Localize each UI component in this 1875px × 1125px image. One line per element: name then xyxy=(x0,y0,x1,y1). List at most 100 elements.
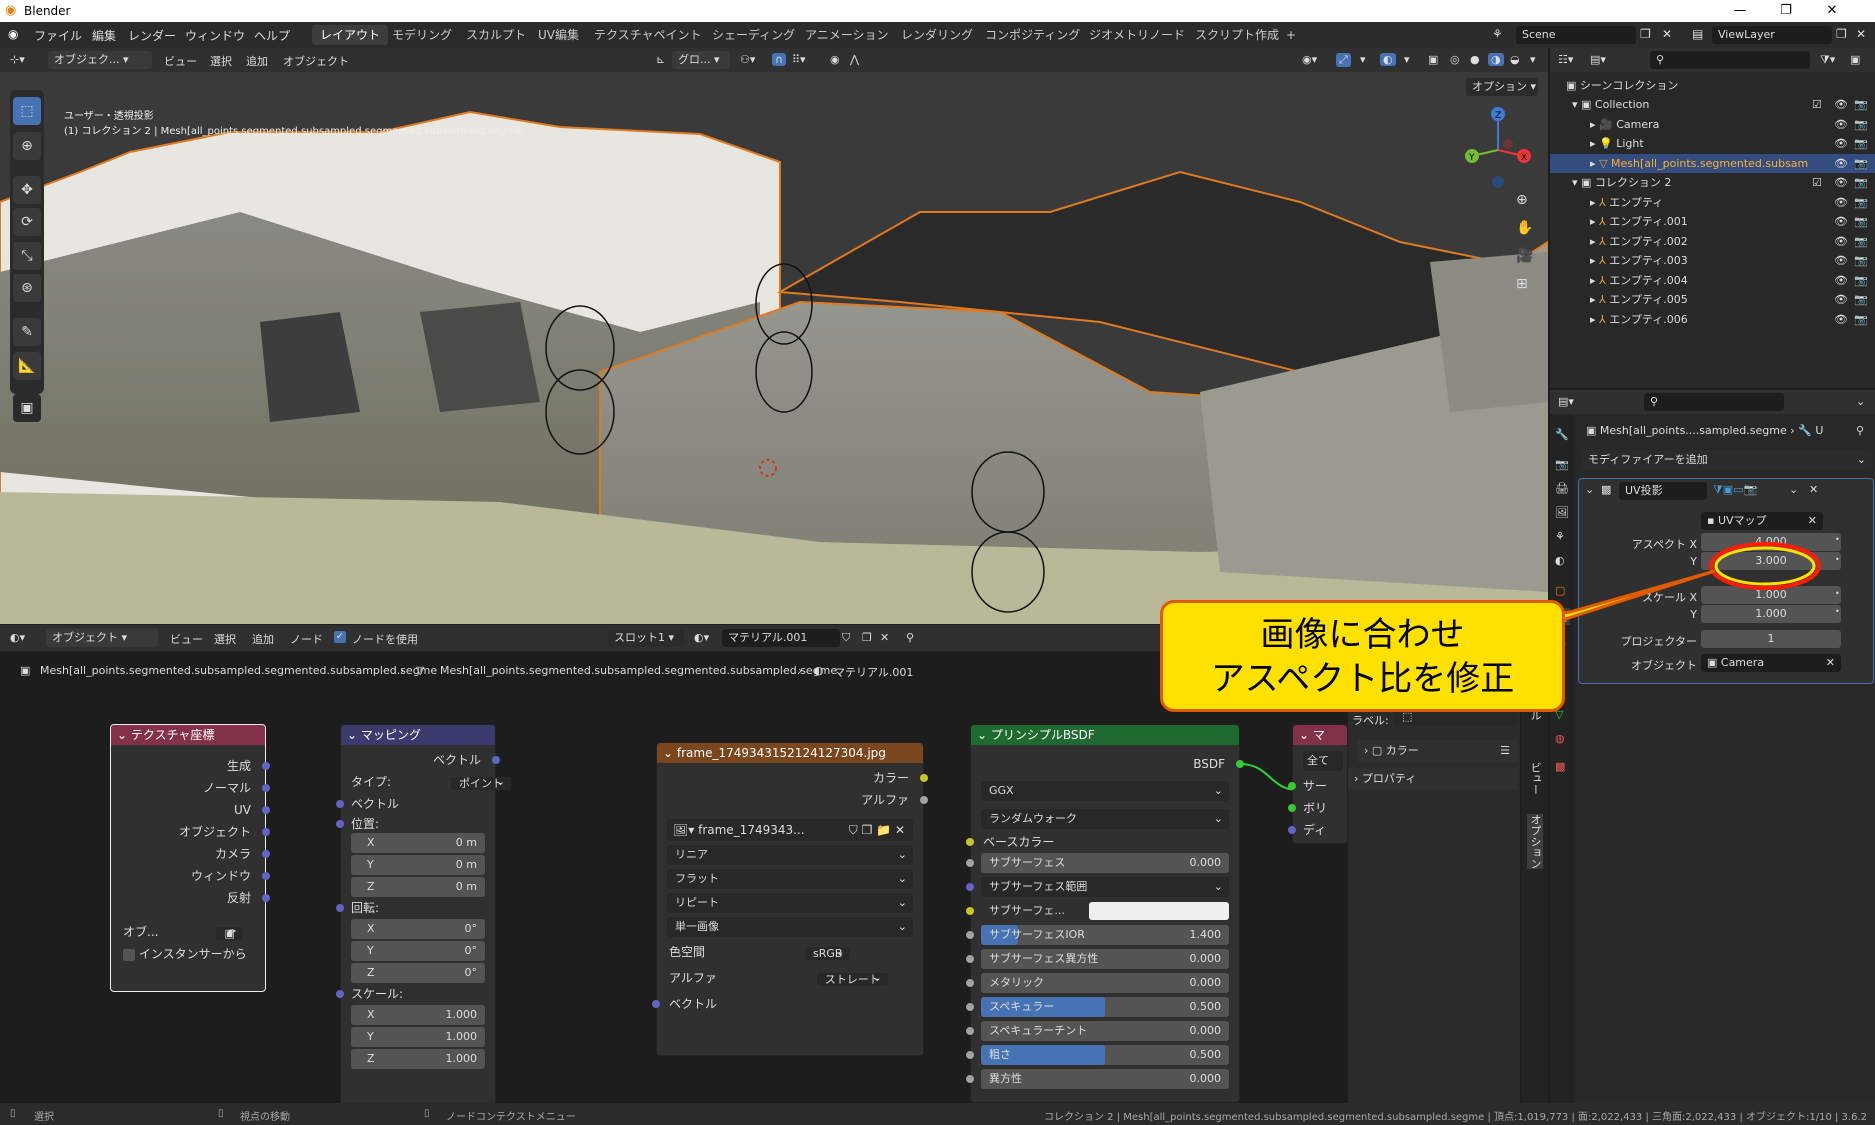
gizmo-toggle-icon[interactable]: ⤢ xyxy=(1336,53,1351,67)
blender-menu-icon[interactable]: ◉ xyxy=(8,27,18,41)
transform-icon[interactable]: ⊛ xyxy=(13,274,41,302)
bsdf-field[interactable]: スペキュラー 0.500 xyxy=(966,997,1229,1017)
output-socket[interactable] xyxy=(262,894,270,902)
uvmap-clear-icon[interactable]: ✕ xyxy=(1808,512,1817,530)
outliner-item[interactable]: ▸ 🎥 Camera 👁 📷 xyxy=(1550,115,1875,134)
input-socket[interactable] xyxy=(966,1027,974,1035)
world-tab-icon[interactable]: ◐ xyxy=(1555,554,1565,567)
keyframe-dot-icon[interactable]: • xyxy=(1835,607,1840,616)
output-socket[interactable] xyxy=(262,850,270,858)
output-socket[interactable] xyxy=(1236,760,1244,768)
input-socket[interactable] xyxy=(1288,804,1296,812)
input-socket[interactable] xyxy=(966,859,974,867)
tab-modeling[interactable]: モデリング xyxy=(384,25,460,45)
transform-orientation-icon[interactable]: ⊾ xyxy=(656,53,665,66)
bsdf-field[interactable]: サブサーフェス 0.000 xyxy=(966,853,1229,873)
expand-arrow-icon[interactable]: ▸ xyxy=(1590,235,1599,248)
bsdf-field[interactable]: サブサーフェスIOR 1.400 xyxy=(966,925,1229,945)
keyframe-dot-icon[interactable]: • xyxy=(1835,535,1840,544)
node-editor-type-icon[interactable]: ◐▾ xyxy=(10,631,25,644)
render-camera-icon[interactable]: 📷 xyxy=(1854,193,1868,212)
visibility-eye-icon[interactable]: 👁 xyxy=(1834,271,1848,290)
options-dropdown[interactable]: オプション ▾ xyxy=(1466,78,1538,96)
outliner-item[interactable]: ▾ ▣ Collection ☑ 👁 📷 xyxy=(1550,95,1875,114)
node-editor[interactable]: ⌄ テクスチャ座標 生成 ノーマル UV オブジェクト カメラ ウィンドウ 反射… xyxy=(0,682,1548,1103)
visibility-eye-icon[interactable]: 👁 xyxy=(1834,212,1848,231)
scale-y-field[interactable]: 1.000 xyxy=(1701,605,1841,623)
outliner-search-input[interactable]: ⚲ xyxy=(1650,51,1810,69)
menu-window[interactable]: ウィンドウ xyxy=(185,27,245,44)
menu-help[interactable]: ヘルプ xyxy=(254,27,290,44)
source-dropdown[interactable]: 単一画像 ⌄ xyxy=(667,917,913,937)
object-tab-icon[interactable]: ▢ xyxy=(1555,584,1565,597)
shading-menu-icon[interactable]: ▾ xyxy=(1530,53,1536,66)
interpolation-dropdown[interactable]: リニア ⌄ xyxy=(667,845,913,865)
exclude-checkbox[interactable]: ☑ xyxy=(1812,95,1822,114)
shading-material-icon[interactable]: ◑ xyxy=(1488,53,1504,66)
tab-geometry-nodes[interactable]: ジオメトリノード xyxy=(1081,25,1193,45)
outliner-item[interactable]: ▸ ⅄ エンプティ.001 👁 📷 xyxy=(1550,212,1875,231)
menu-file[interactable]: ファイル xyxy=(34,27,82,44)
render-camera-icon[interactable]: 📷 xyxy=(1854,134,1868,153)
input-socket[interactable] xyxy=(336,800,344,808)
input-socket[interactable] xyxy=(966,979,974,987)
visibility-eye-icon[interactable]: 👁 xyxy=(1834,173,1848,192)
render-camera-icon[interactable]: 📷 xyxy=(1854,232,1868,251)
render-camera-icon[interactable]: 📷 xyxy=(1854,154,1868,173)
new-collection-icon[interactable]: ▣ xyxy=(1850,53,1860,66)
modifier-remove-icon[interactable]: ✕ xyxy=(1809,483,1818,496)
image-browse-icon[interactable]: 🖼▾ xyxy=(673,823,694,837)
add-cube-icon[interactable]: ▣ xyxy=(13,394,41,422)
3d-viewport[interactable]: ⬚ ⊕ ✥ ⟳ ⤡ ⊛ ✎ 📐 ▣ ユーザー・透視投影 (1) コレクション 2… xyxy=(0,72,1548,624)
visibility-eye-icon[interactable]: 👁 xyxy=(1834,134,1848,153)
gizmo-menu-icon[interactable]: ▾ xyxy=(1360,53,1366,66)
add-workspace-button[interactable]: + xyxy=(1278,25,1304,45)
keyframe-dot-icon[interactable]: • xyxy=(1835,589,1840,598)
falloff-icon[interactable]: ⋀ xyxy=(850,53,859,66)
render-camera-icon[interactable]: 📷 xyxy=(1854,310,1868,329)
viewlayer-copy-icon[interactable]: ❐ xyxy=(1836,27,1847,41)
slot-dropdown[interactable]: スロット1 ▾ xyxy=(608,629,684,647)
render-camera-icon[interactable]: 📷 xyxy=(1854,212,1868,231)
add-modifier-dropdown[interactable]: モディファイアーを追加 ⌄ xyxy=(1582,450,1872,470)
tab-sculpt[interactable]: スカルプト xyxy=(458,25,534,45)
overlay-menu-icon[interactable]: ▾ xyxy=(1404,53,1410,66)
bsdf-field[interactable]: スペキュラーチント 0.000 xyxy=(966,1021,1229,1041)
filter-icon[interactable]: ⧩▾ xyxy=(1820,53,1835,67)
render-camera-icon[interactable]: 📷 xyxy=(1854,271,1868,290)
texture-tab-icon[interactable]: ▩ xyxy=(1555,760,1565,773)
scale-icon[interactable]: ⤡ xyxy=(13,242,41,270)
modifier-toggles-icon[interactable]: ⧩▣▭📷 xyxy=(1713,483,1757,497)
properties-editor-icon[interactable]: ▤▾ xyxy=(1558,395,1574,408)
outliner-editor-icon[interactable]: ☷▾ xyxy=(1558,53,1573,66)
rotation-y-field[interactable]: Y 0° xyxy=(351,941,485,961)
material-copy-icon[interactable]: ❐ xyxy=(862,631,872,644)
visibility-eye-icon[interactable]: 👁 xyxy=(1834,251,1848,270)
close-icon[interactable]: ✕ xyxy=(1809,0,1855,22)
location-z-field[interactable]: Z 0 m xyxy=(351,877,485,897)
node-material-output[interactable]: ⌄ マ 全て サー ボリ ディ xyxy=(1288,724,1348,844)
visibility-eye-icon[interactable]: 👁 xyxy=(1834,290,1848,309)
projector-clear-icon[interactable]: ✕ xyxy=(1826,654,1835,672)
display-mode-icon[interactable]: ▤▾ xyxy=(1590,53,1606,66)
viewlayer-remove-icon[interactable]: ✕ xyxy=(1856,27,1866,41)
ortho-toggle-icon[interactable]: ⊞ xyxy=(1516,276,1528,292)
properties-panel[interactable]: › プロパティ xyxy=(1348,768,1518,790)
move-icon[interactable]: ✥ xyxy=(13,176,41,204)
sidebar-tab-options[interactable]: オプション xyxy=(1527,814,1543,869)
visibility-eye-icon[interactable]: 👁 xyxy=(1834,310,1848,329)
bsdf-field[interactable]: サブサーフェス異方性 0.000 xyxy=(966,949,1229,969)
list-icon[interactable]: ☰ xyxy=(1500,740,1510,762)
input-socket[interactable] xyxy=(966,931,974,939)
bsdf-field[interactable]: サブサーフェ... xyxy=(966,901,1229,921)
projector-object-field[interactable]: ▣ Camera ✕ xyxy=(1701,654,1841,672)
proportional-edit-icon[interactable]: ◉ xyxy=(830,53,840,66)
input-socket[interactable] xyxy=(336,990,344,998)
collapse-icon[interactable]: ⌄ xyxy=(1585,483,1594,496)
output-socket[interactable] xyxy=(492,756,500,764)
snap-icon[interactable]: ∩ xyxy=(772,53,787,66)
output-socket[interactable] xyxy=(262,806,270,814)
render-camera-icon[interactable]: 📷 xyxy=(1854,290,1868,309)
menu-render[interactable]: レンダー xyxy=(128,27,176,44)
shading-solid-icon[interactable]: ● xyxy=(1470,53,1480,66)
